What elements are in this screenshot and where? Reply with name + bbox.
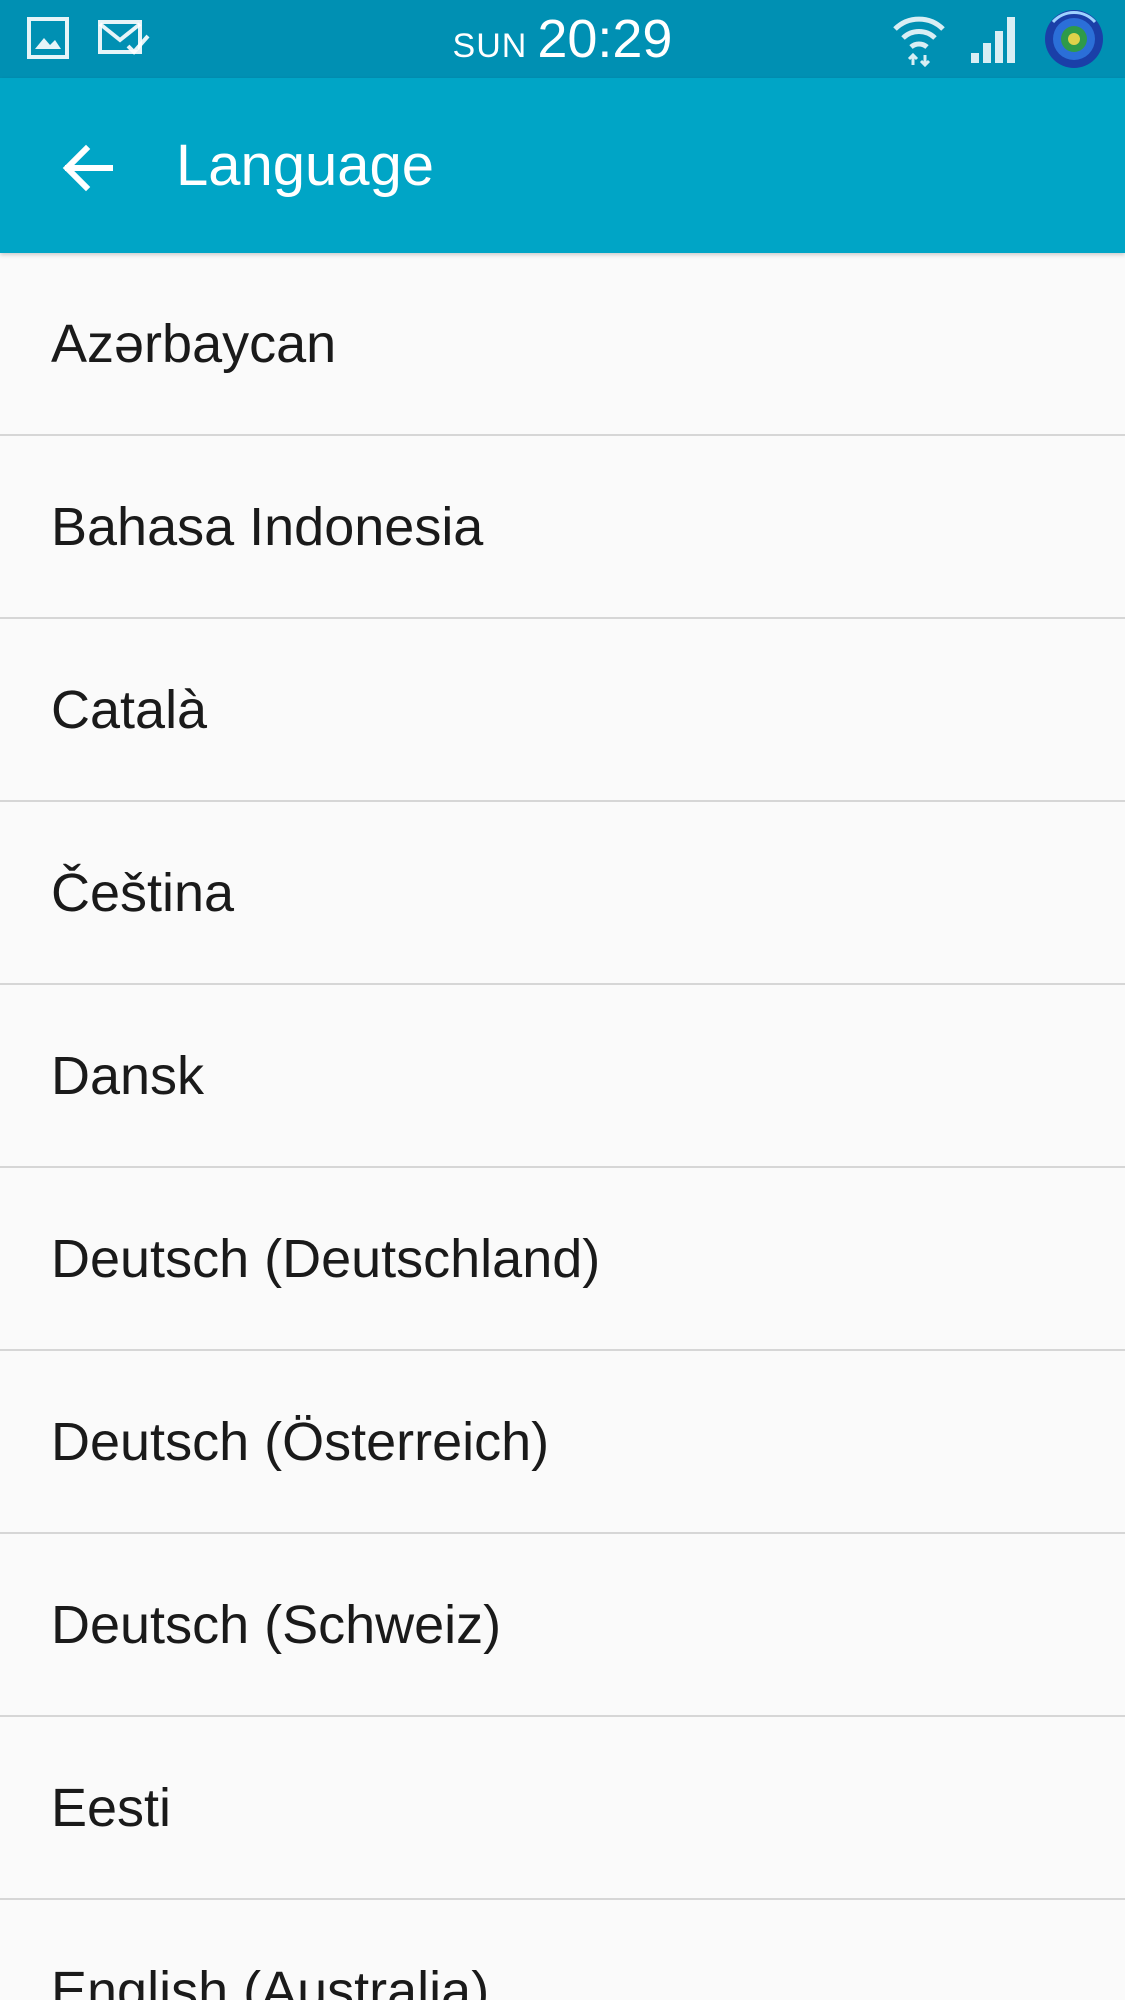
status-bar: SUN 20:29 [0, 0, 1125, 78]
language-item-deutsch-schweiz[interactable]: Deutsch (Schweiz) [0, 1534, 1125, 1717]
arrow-back-icon [60, 140, 116, 201]
language-item-eesti[interactable]: Eesti [0, 1717, 1125, 1900]
language-label: Čeština [51, 862, 235, 923]
language-item-bahasa-indonesia[interactable]: Bahasa Indonesia [0, 436, 1125, 619]
language-label: Deutsch (Deutschland) [51, 1228, 601, 1289]
language-label: Bahasa Indonesia [51, 496, 484, 557]
back-button[interactable] [40, 122, 136, 218]
language-item-dansk[interactable]: Dansk [0, 985, 1125, 1168]
language-label: Eesti [51, 1777, 172, 1838]
language-item-deutsch-deutschland[interactable]: Deutsch (Deutschland) [0, 1168, 1125, 1351]
language-label: Deutsch (Schweiz) [51, 1594, 502, 1655]
system-icons [891, 8, 1105, 75]
language-label: Deutsch (Österreich) [51, 1411, 550, 1472]
language-item-deutsch-osterreich[interactable]: Deutsch (Österreich) [0, 1351, 1125, 1534]
wifi-icon [891, 11, 947, 72]
language-item-english-australia[interactable]: English (Australia) [0, 1900, 1125, 2000]
app-notification-icon [1043, 8, 1105, 75]
app-bar: Language [0, 78, 1125, 253]
cell-signal-icon [969, 13, 1021, 70]
status-time: 20:29 [537, 9, 673, 69]
language-label: Català [51, 679, 208, 740]
language-label: Dansk [51, 1045, 205, 1106]
language-label: English (Australia) [51, 1960, 490, 2000]
language-item-azerbaycan[interactable]: Azərbaycan [0, 253, 1125, 436]
page-title: Language [176, 133, 435, 198]
language-label: Azərbaycan [51, 313, 337, 374]
status-day: SUN [452, 27, 528, 65]
language-list[interactable]: Azərbaycan Bahasa Indonesia Català Češti… [0, 253, 1125, 2000]
language-item-cestina[interactable]: Čeština [0, 802, 1125, 985]
language-item-catala[interactable]: Català [0, 619, 1125, 802]
